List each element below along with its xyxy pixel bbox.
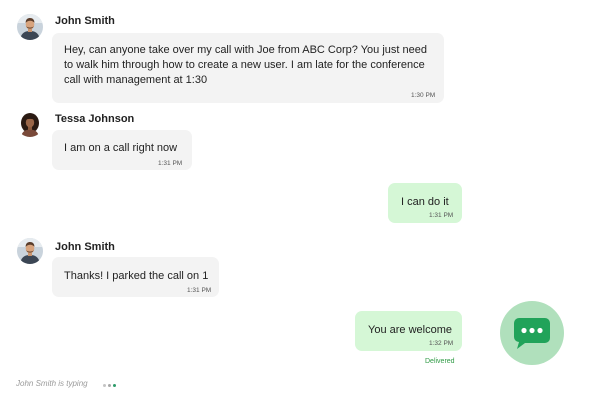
typing-indicator-text: John Smith is typing <box>16 379 88 388</box>
sender-name: Tessa Johnson <box>55 113 135 125</box>
message-timestamp: 1:31 PM <box>187 287 212 294</box>
message-timestamp: 1:31 PM <box>158 160 183 167</box>
chat-fab-button[interactable] <box>500 301 564 365</box>
john-smith-avatar <box>17 14 43 40</box>
tessa-johnson-avatar <box>17 111 43 137</box>
message-timestamp: 1:31 PM <box>429 212 454 219</box>
message-text: Hey, can anyone take over my call with J… <box>64 44 427 86</box>
message-timestamp: 1:32 PM <box>429 340 454 347</box>
sender-name: John Smith <box>55 15 115 27</box>
message-text: I am on a call right now <box>64 142 178 154</box>
message-text: Thanks! I parked the call on 1 <box>64 270 209 282</box>
chat-window: John Smith Hey, can anyone take over my … <box>0 0 600 400</box>
john-smith-avatar <box>17 238 43 264</box>
delivery-status: Delivered <box>425 358 455 365</box>
message-timestamp: 1:30 PM <box>411 92 436 99</box>
chat-bubble-icon <box>514 318 550 349</box>
message-text: You are welcome <box>368 324 452 336</box>
message-text: I can do it <box>401 196 449 208</box>
sender-name: John Smith <box>55 241 115 253</box>
